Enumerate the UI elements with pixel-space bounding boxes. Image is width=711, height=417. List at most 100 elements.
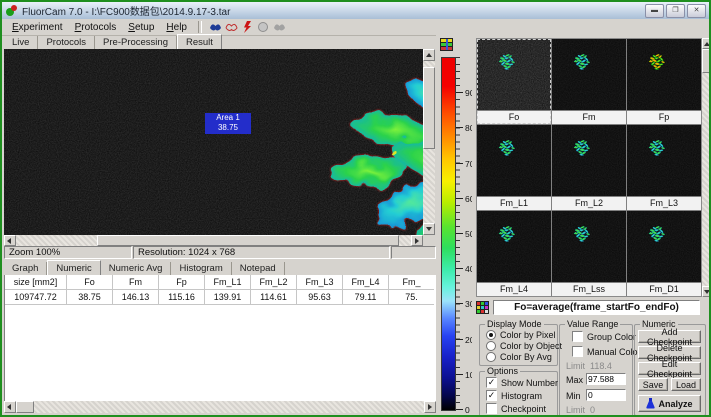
- close-button[interactable]: ✕: [687, 4, 706, 18]
- col-fm-l4[interactable]: Fm_L4: [343, 275, 389, 290]
- table-row[interactable]: 109747.72 38.75 146.13 115.16 139.91 114…: [5, 290, 436, 305]
- thumbnail-image: [627, 39, 701, 110]
- col-fm-l3[interactable]: Fm_L3: [297, 275, 343, 290]
- camera-outline-icon[interactable]: [223, 21, 239, 34]
- tab-live[interactable]: Live: [4, 36, 38, 49]
- area-annotation[interactable]: Area 1 38.75: [205, 113, 251, 134]
- menu-experiment[interactable]: Experiment: [6, 21, 69, 34]
- checkbox-checkpoint[interactable]: Checkpoint: [486, 403, 546, 414]
- tab-notepad[interactable]: Notepad: [232, 262, 285, 275]
- app-icon: [5, 4, 18, 17]
- analyze-button[interactable]: Analyze: [638, 395, 701, 412]
- display-mode-title: Display Mode: [485, 319, 544, 329]
- thumbnail-label: Fm_L2: [552, 196, 626, 210]
- thumbnail-image: [627, 125, 701, 196]
- app-window: FluorCam 7.0 - I:\FC900数据包\2014.9.17-3.t…: [0, 0, 711, 417]
- delete-checkpoint-button[interactable]: Delete Checkpoint: [638, 346, 701, 359]
- scroll-up-icon[interactable]: [702, 38, 711, 49]
- flash-red-icon[interactable]: [239, 21, 255, 34]
- minimize-button[interactable]: ▬: [645, 4, 664, 18]
- checkbox-histogram[interactable]: ✓ Histogram: [486, 390, 542, 401]
- thumbnail-fm-l2[interactable]: Fm_L2: [552, 125, 626, 210]
- menu-protocols[interactable]: Protocols: [69, 21, 123, 34]
- thumbnail-label: Fp: [627, 110, 701, 124]
- thumbnail-label: Fm_L1: [477, 196, 551, 210]
- checkbox-manual-color[interactable]: Manual Color: [572, 346, 641, 357]
- tab-graph[interactable]: Graph: [4, 262, 47, 275]
- checkbox-icon: ✓: [486, 377, 497, 388]
- radio-color-by-pixel[interactable]: Color by Pixel: [486, 330, 556, 340]
- radio-icon: [486, 341, 496, 351]
- col-size[interactable]: size [mm2]: [5, 275, 67, 290]
- min-input[interactable]: [586, 389, 626, 401]
- thumbnail-label: Fm_L3: [627, 196, 701, 210]
- camera-blue-icon[interactable]: [207, 21, 223, 34]
- save-button[interactable]: Save: [638, 378, 668, 391]
- checkbox-group-color[interactable]: Group Color: [572, 331, 636, 342]
- thumbnail-fm-l4[interactable]: Fm_L4: [477, 211, 551, 296]
- scroll-down-icon[interactable]: [702, 286, 711, 297]
- palette-icon[interactable]: [476, 301, 489, 314]
- tab-numeric[interactable]: Numeric: [47, 260, 100, 275]
- col-fm-l2[interactable]: Fm_L2: [251, 275, 297, 290]
- tab-pre-processing[interactable]: Pre-Processing: [95, 36, 177, 49]
- thumbnail-fp[interactable]: Fp: [627, 39, 701, 124]
- scroll-right-icon[interactable]: [411, 235, 423, 246]
- toolbar-separator: [198, 21, 202, 33]
- restore-button[interactable]: ❐: [666, 4, 685, 18]
- tab-numeric-avg[interactable]: Numeric Avg: [101, 262, 172, 275]
- table-hscroll-thumb[interactable]: [16, 401, 34, 413]
- title-bar: FluorCam 7.0 - I:\FC900数据包\2014.9.17-3.t…: [2, 2, 709, 19]
- col-fm-lss-clipped[interactable]: Fm_: [389, 275, 434, 290]
- add-checkpoint-button[interactable]: Add Checkpoint: [638, 330, 701, 343]
- checkbox-label: Group Color: [587, 332, 636, 342]
- thumbnail-fm-l3[interactable]: Fm_L3: [627, 125, 701, 210]
- scroll-left-icon[interactable]: [4, 235, 16, 246]
- thumbnail-fm[interactable]: Fm: [552, 39, 626, 124]
- frame-formula: Fo=average(frame_startFo_endFo): [493, 300, 700, 315]
- col-fo[interactable]: Fo: [67, 275, 113, 290]
- checkbox-show-number[interactable]: ✓ Show Number: [486, 377, 558, 388]
- thumbnail-label: Fm_Lss: [552, 282, 626, 296]
- viewport-hscrollbar[interactable]: [4, 235, 423, 246]
- viewport-vscroll-thumb[interactable]: [423, 67, 435, 149]
- menu-setup[interactable]: Setup: [122, 21, 160, 34]
- table-hscrollbar[interactable]: [4, 401, 436, 413]
- menu-help[interactable]: Help: [160, 21, 193, 34]
- color-scale-panel: 90 80 70 60 50 40 30 20 10 0: [436, 35, 472, 417]
- col-fm-l1[interactable]: Fm_L1: [205, 275, 251, 290]
- tab-result[interactable]: Result: [177, 34, 222, 49]
- cell-size: 109747.72: [5, 290, 67, 305]
- scroll-left-icon[interactable]: [4, 401, 16, 413]
- scroll-up-icon[interactable]: [423, 49, 435, 61]
- scroll-down-icon[interactable]: [423, 223, 435, 235]
- thumbnail-image: [552, 39, 626, 110]
- main-tab-bar: Live Protocols Pre-Processing Result: [4, 35, 434, 49]
- col-fm[interactable]: Fm: [113, 275, 159, 290]
- thumbnail-vscroll-thumb[interactable]: [702, 49, 711, 73]
- resolution-status: Resolution: 1024 x 768: [133, 246, 390, 259]
- thumbnail-fo[interactable]: Fo: [477, 39, 551, 124]
- cell-fo: 38.75: [67, 290, 113, 305]
- max-input[interactable]: [586, 373, 626, 385]
- fluorescence-image: [4, 49, 423, 235]
- palette-icon[interactable]: [440, 38, 453, 51]
- tab-histogram[interactable]: Histogram: [171, 262, 231, 275]
- viewport-hscroll-thumb[interactable]: [97, 235, 399, 246]
- radio-color-by-avg[interactable]: Color By Avg: [486, 352, 552, 362]
- viewport-vscrollbar[interactable]: [423, 49, 435, 235]
- edit-checkpoint-button[interactable]: Edit Checkpoint: [638, 362, 701, 375]
- thumbnail-fm-lss[interactable]: Fm_Lss: [552, 211, 626, 296]
- load-button[interactable]: Load: [671, 378, 701, 391]
- radio-color-by-object[interactable]: Color by Object: [486, 341, 562, 351]
- checkbox-icon: ✓: [486, 390, 497, 401]
- value-range-title: Value Range: [565, 319, 620, 329]
- thumbnail-vscrollbar[interactable]: [702, 38, 711, 297]
- thumbnail-fm-d1[interactable]: Fm_D1: [627, 211, 701, 296]
- tab-protocols[interactable]: Protocols: [38, 36, 95, 49]
- checkbox-label: Show Number: [501, 378, 558, 388]
- scroll-right-icon[interactable]: [424, 401, 436, 413]
- col-fp[interactable]: Fp: [159, 275, 205, 290]
- thumbnail-fm-l1[interactable]: Fm_L1: [477, 125, 551, 210]
- image-viewport[interactable]: Area 1 38.75: [4, 49, 423, 235]
